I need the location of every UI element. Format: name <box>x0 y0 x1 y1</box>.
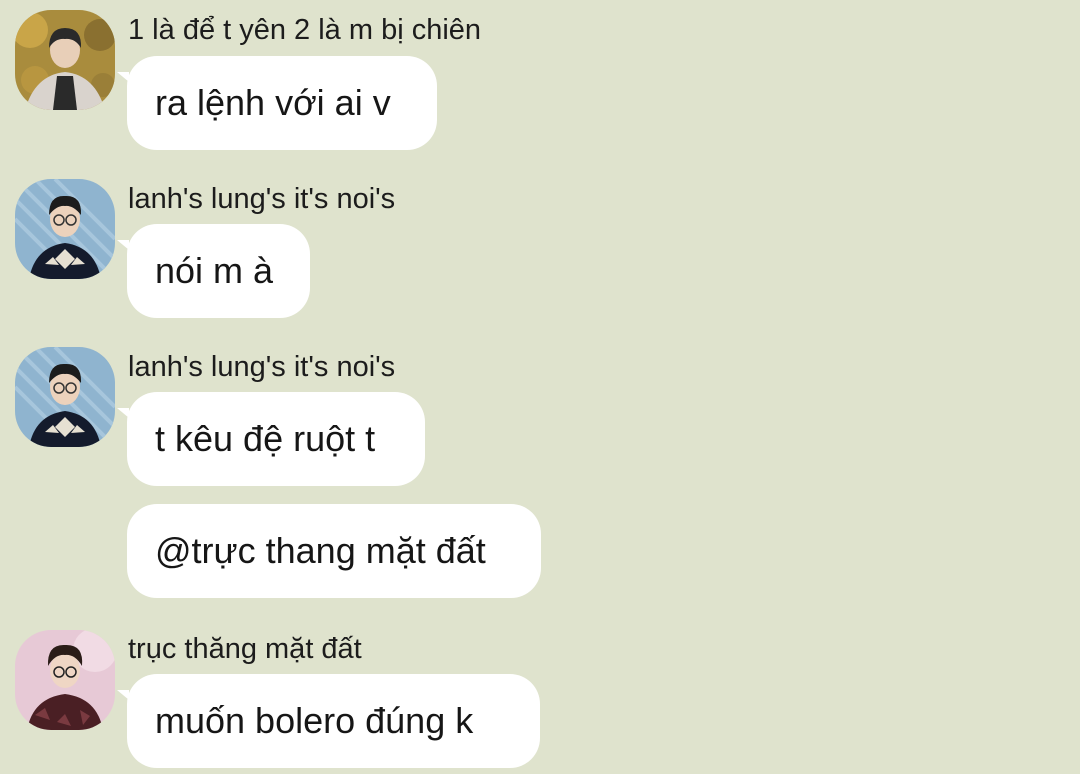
message-text: t kêu đệ ruột t <box>155 418 376 459</box>
sender-name: trục thăng mặt đất <box>128 633 362 665</box>
bubble-tail <box>117 690 129 700</box>
sender-avatar[interactable] <box>15 630 115 730</box>
sender-avatar[interactable] <box>15 10 115 110</box>
message-text: ra lệnh với ai v <box>155 82 391 123</box>
bubble-tail <box>117 72 129 82</box>
bubble-tail <box>117 408 129 418</box>
sender-avatar[interactable] <box>15 179 115 279</box>
message-bubble[interactable]: ra lệnh với ai v <box>117 56 437 150</box>
bubble-tail <box>117 240 129 250</box>
message-bubble[interactable]: t kêu đệ ruột t <box>117 392 425 486</box>
message-text: @trực thang mặt đất <box>155 530 486 571</box>
message-bubble[interactable]: @trực thang mặt đất <box>127 504 541 598</box>
message-bubble[interactable]: nói m à <box>117 224 310 318</box>
message-text: nói m à <box>155 250 274 291</box>
chat-thread: 1 là để t yên 2 là m bị chiên ra lệnh vớ… <box>0 0 1080 774</box>
message-text: muốn bolero đúng k <box>155 700 474 741</box>
sender-name: lanh's lung's it's noi's <box>128 351 396 383</box>
message-bubble[interactable]: muốn bolero đúng k <box>117 674 540 768</box>
sender-avatar[interactable] <box>15 347 115 447</box>
sender-name: lanh's lung's it's noi's <box>128 183 396 215</box>
sender-name: 1 là để t yên 2 là m bị chiên <box>128 14 482 46</box>
